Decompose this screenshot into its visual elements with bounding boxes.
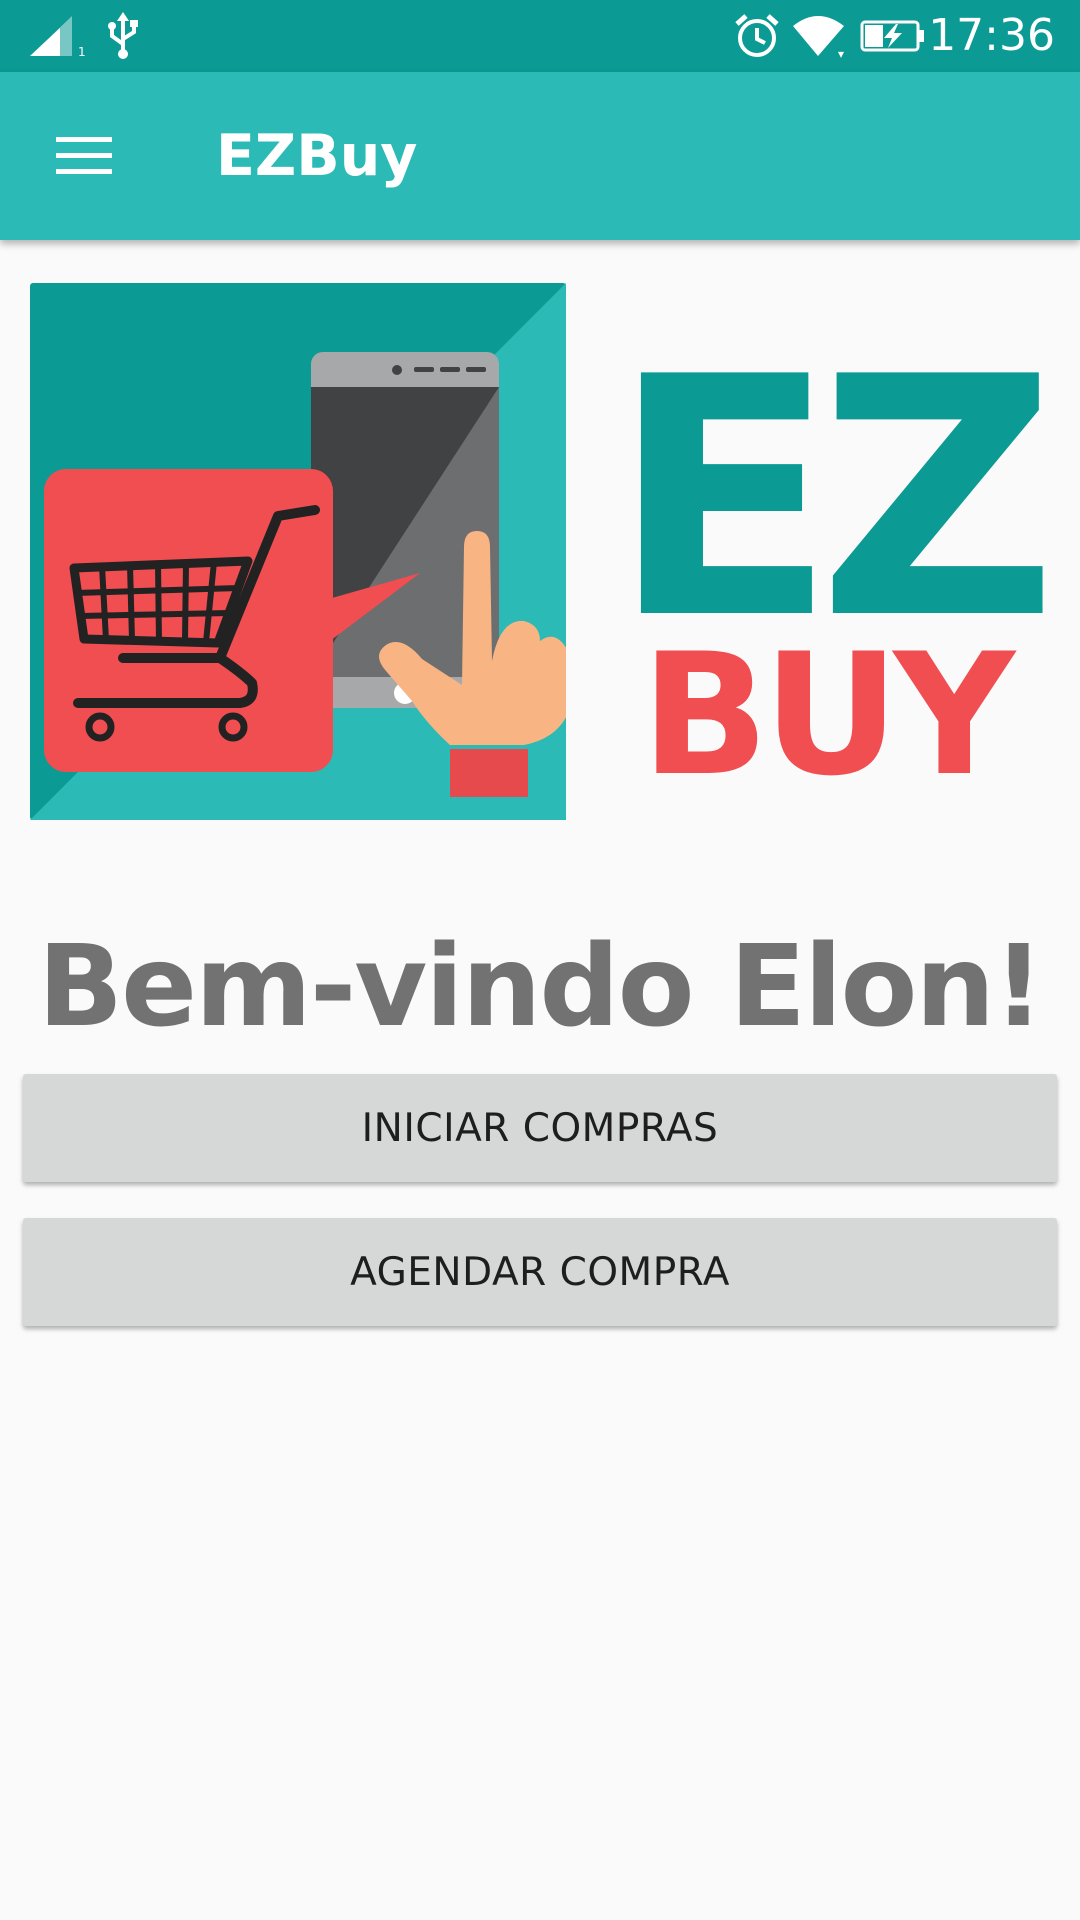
- welcome-heading: Bem-vindo Elon!: [37, 922, 1044, 1052]
- hamburger-menu-icon: [56, 137, 112, 174]
- usb-icon: [108, 12, 138, 59]
- schedule-purchase-button[interactable]: AGENDAR COMPRA: [23, 1218, 1057, 1326]
- wordmark-buy: BUY: [641, 617, 1017, 813]
- battery-charging-icon: [860, 20, 924, 52]
- alarm-icon: [735, 14, 779, 57]
- menu-button[interactable]: [28, 108, 140, 204]
- svg-text:▾: ▾: [838, 47, 844, 58]
- status-bar: 1 ▾ 17:36: [0, 0, 1080, 72]
- app-bar: EZBuy: [0, 72, 1080, 240]
- svg-text:1: 1: [78, 45, 86, 58]
- wifi-icon: ▾: [793, 16, 844, 58]
- shopping-illustration: [30, 283, 566, 820]
- app-title: EZBuy: [216, 123, 418, 189]
- signal-icon: 1: [30, 16, 86, 58]
- status-time: 17:36: [928, 10, 1055, 61]
- ezbuy-wordmark: EZ BUY: [611, 307, 1050, 813]
- start-shopping-button[interactable]: INICIAR COMPRAS: [23, 1074, 1057, 1182]
- ezbuy-logo: EZ BUY: [30, 283, 1050, 820]
